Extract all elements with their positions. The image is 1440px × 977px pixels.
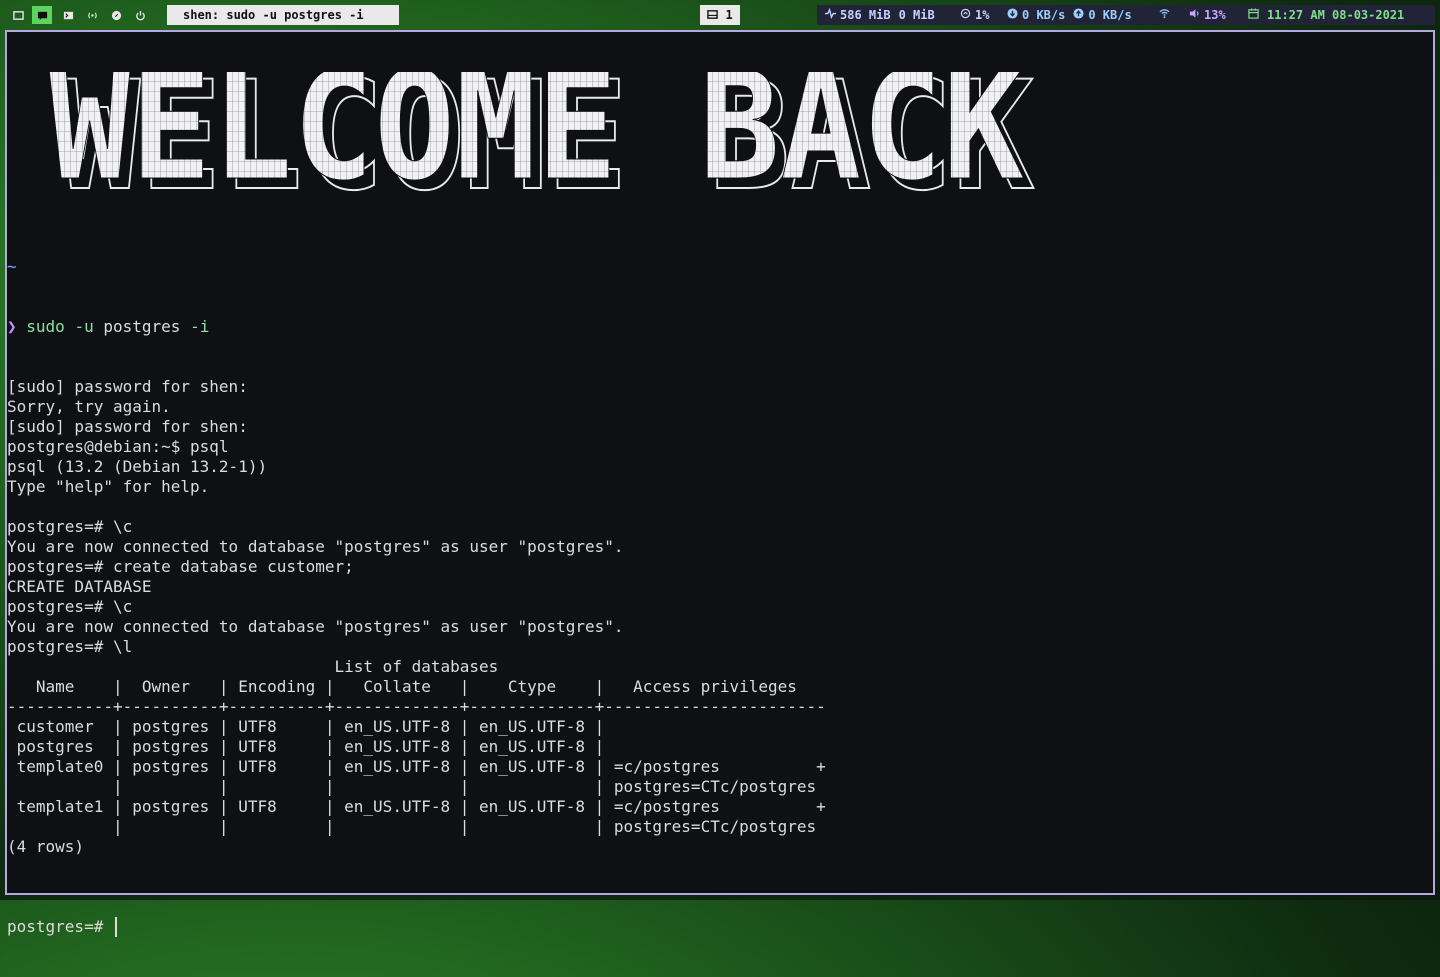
text-cursor <box>114 917 117 937</box>
memory-widget[interactable]: 586 MiB 0 MiB <box>825 5 935 25</box>
mail-count: 1 <box>725 8 733 22</box>
top-status-bar: shen: sudo -u postgres -i 1 586 MiB 0 Mi… <box>0 0 1440 30</box>
terminal-line: Type "help" for help. <box>7 477 210 496</box>
terminal-line: template1 | postgres | UTF8 | en_US.UTF-… <box>7 797 826 816</box>
inbox-icon <box>707 6 719 26</box>
volume-level: 13% <box>1204 8 1226 22</box>
active-prompt-line[interactable]: postgres=# <box>7 917 826 937</box>
terminal-line: You are now connected to database "postg… <box>7 617 624 636</box>
wifi-icon <box>1159 5 1170 25</box>
speaker-icon <box>1189 5 1200 25</box>
clock-widget[interactable]: 11:27 AM 08-03-2021 <box>1248 5 1404 25</box>
upload-icon <box>1073 5 1084 25</box>
net-down: 0 KB/s <box>1022 8 1066 22</box>
workspace-power-icon[interactable] <box>130 6 150 24</box>
terminal-line: CREATE DATABASE <box>7 577 152 596</box>
command-flag: -u <box>74 317 94 336</box>
terminal-line: Sorry, try again. <box>7 397 171 416</box>
terminal-line: psql (13.2 (Debian 13.2-1)) <box>7 457 268 476</box>
terminal-line: postgres | postgres | UTF8 | en_US.UTF-8… <box>7 737 605 756</box>
terminal-line: postgres=# create database customer; <box>7 557 354 576</box>
calendar-icon <box>1248 5 1259 25</box>
command-user: postgres <box>103 317 181 336</box>
download-icon <box>1007 5 1018 25</box>
wifi-widget[interactable] <box>1159 5 1170 25</box>
terminal-line: template0 | postgres | UTF8 | en_US.UTF-… <box>7 757 826 776</box>
terminal-window[interactable]: WELCOME BACK WELCOME BACK ~ ❯ sudo -u po… <box>5 30 1435 937</box>
terminal-line: Name | Owner | Encoding | Collate | Ctyp… <box>7 677 797 696</box>
workspace-terminal-prompt-icon[interactable] <box>58 6 78 24</box>
system-tray: 586 MiB 0 MiB 1% 0 KB/s 0 KB/s 13% 11:27… <box>817 5 1435 25</box>
workspace-compass-icon[interactable] <box>106 6 126 24</box>
cpu-usage: 1% <box>975 8 990 22</box>
terminal-line: customer | postgres | UTF8 | en_US.UTF-8… <box>7 717 605 736</box>
window-title[interactable]: shen: sudo -u postgres -i <box>167 5 399 25</box>
command-opt: -i <box>190 317 210 336</box>
banner-text-fill: WELCOME BACK <box>49 72 1024 214</box>
memory-used: 586 MiB <box>840 8 891 22</box>
ascii-welcome-banner: WELCOME BACK WELCOME BACK <box>49 72 1036 222</box>
mail-indicator[interactable]: 1 <box>700 5 740 25</box>
workspace-terminal-icon[interactable] <box>8 6 28 24</box>
terminal-line: [sudo] password for shen: <box>7 417 248 436</box>
terminal-line: | | | | | postgres=CTc/postgres <box>7 817 817 836</box>
prompt-symbol: ❯ <box>7 317 17 336</box>
swap-used: 0 MiB <box>898 8 935 22</box>
terminal-line: postgres=# \c <box>7 517 133 536</box>
cpu-icon <box>960 5 971 25</box>
terminal-line: postgres@debian:~$ psql <box>7 437 229 456</box>
clock-time: 11:27 AM 08-03-2021 <box>1267 8 1405 22</box>
terminal-output[interactable]: ~ ❯ sudo -u postgres -i [sudo] password … <box>7 217 826 977</box>
terminal-line: List of databases <box>7 657 499 676</box>
prompt-cwd: ~ <box>7 257 17 276</box>
volume-widget[interactable]: 13% <box>1189 5 1226 25</box>
pulse-icon <box>825 5 836 25</box>
terminal-line: (4 rows) <box>7 837 85 856</box>
workspace-broadcast-icon[interactable] <box>82 6 102 24</box>
active-prompt: postgres=# <box>7 917 113 936</box>
cpu-widget[interactable]: 1% <box>960 5 989 25</box>
workspace-chat-icon[interactable] <box>32 6 52 24</box>
net-up: 0 KB/s <box>1088 8 1132 22</box>
command-bin: sudo <box>26 317 65 336</box>
terminal-line: You are now connected to database "postg… <box>7 537 624 556</box>
terminal-line: postgres=# \l <box>7 637 133 656</box>
command-line: ❯ sudo -u postgres -i <box>7 317 826 337</box>
terminal-line: -----------+----------+----------+------… <box>7 697 826 716</box>
terminal-line: postgres=# \c <box>7 597 133 616</box>
network-widget[interactable]: 0 KB/s 0 KB/s <box>1007 5 1132 25</box>
terminal-line: [sudo] password for shen: <box>7 377 248 396</box>
terminal-line: | | | | | postgres=CTc/postgres <box>7 777 817 796</box>
output-block: [sudo] password for shen: Sorry, try agai… <box>7 377 826 877</box>
